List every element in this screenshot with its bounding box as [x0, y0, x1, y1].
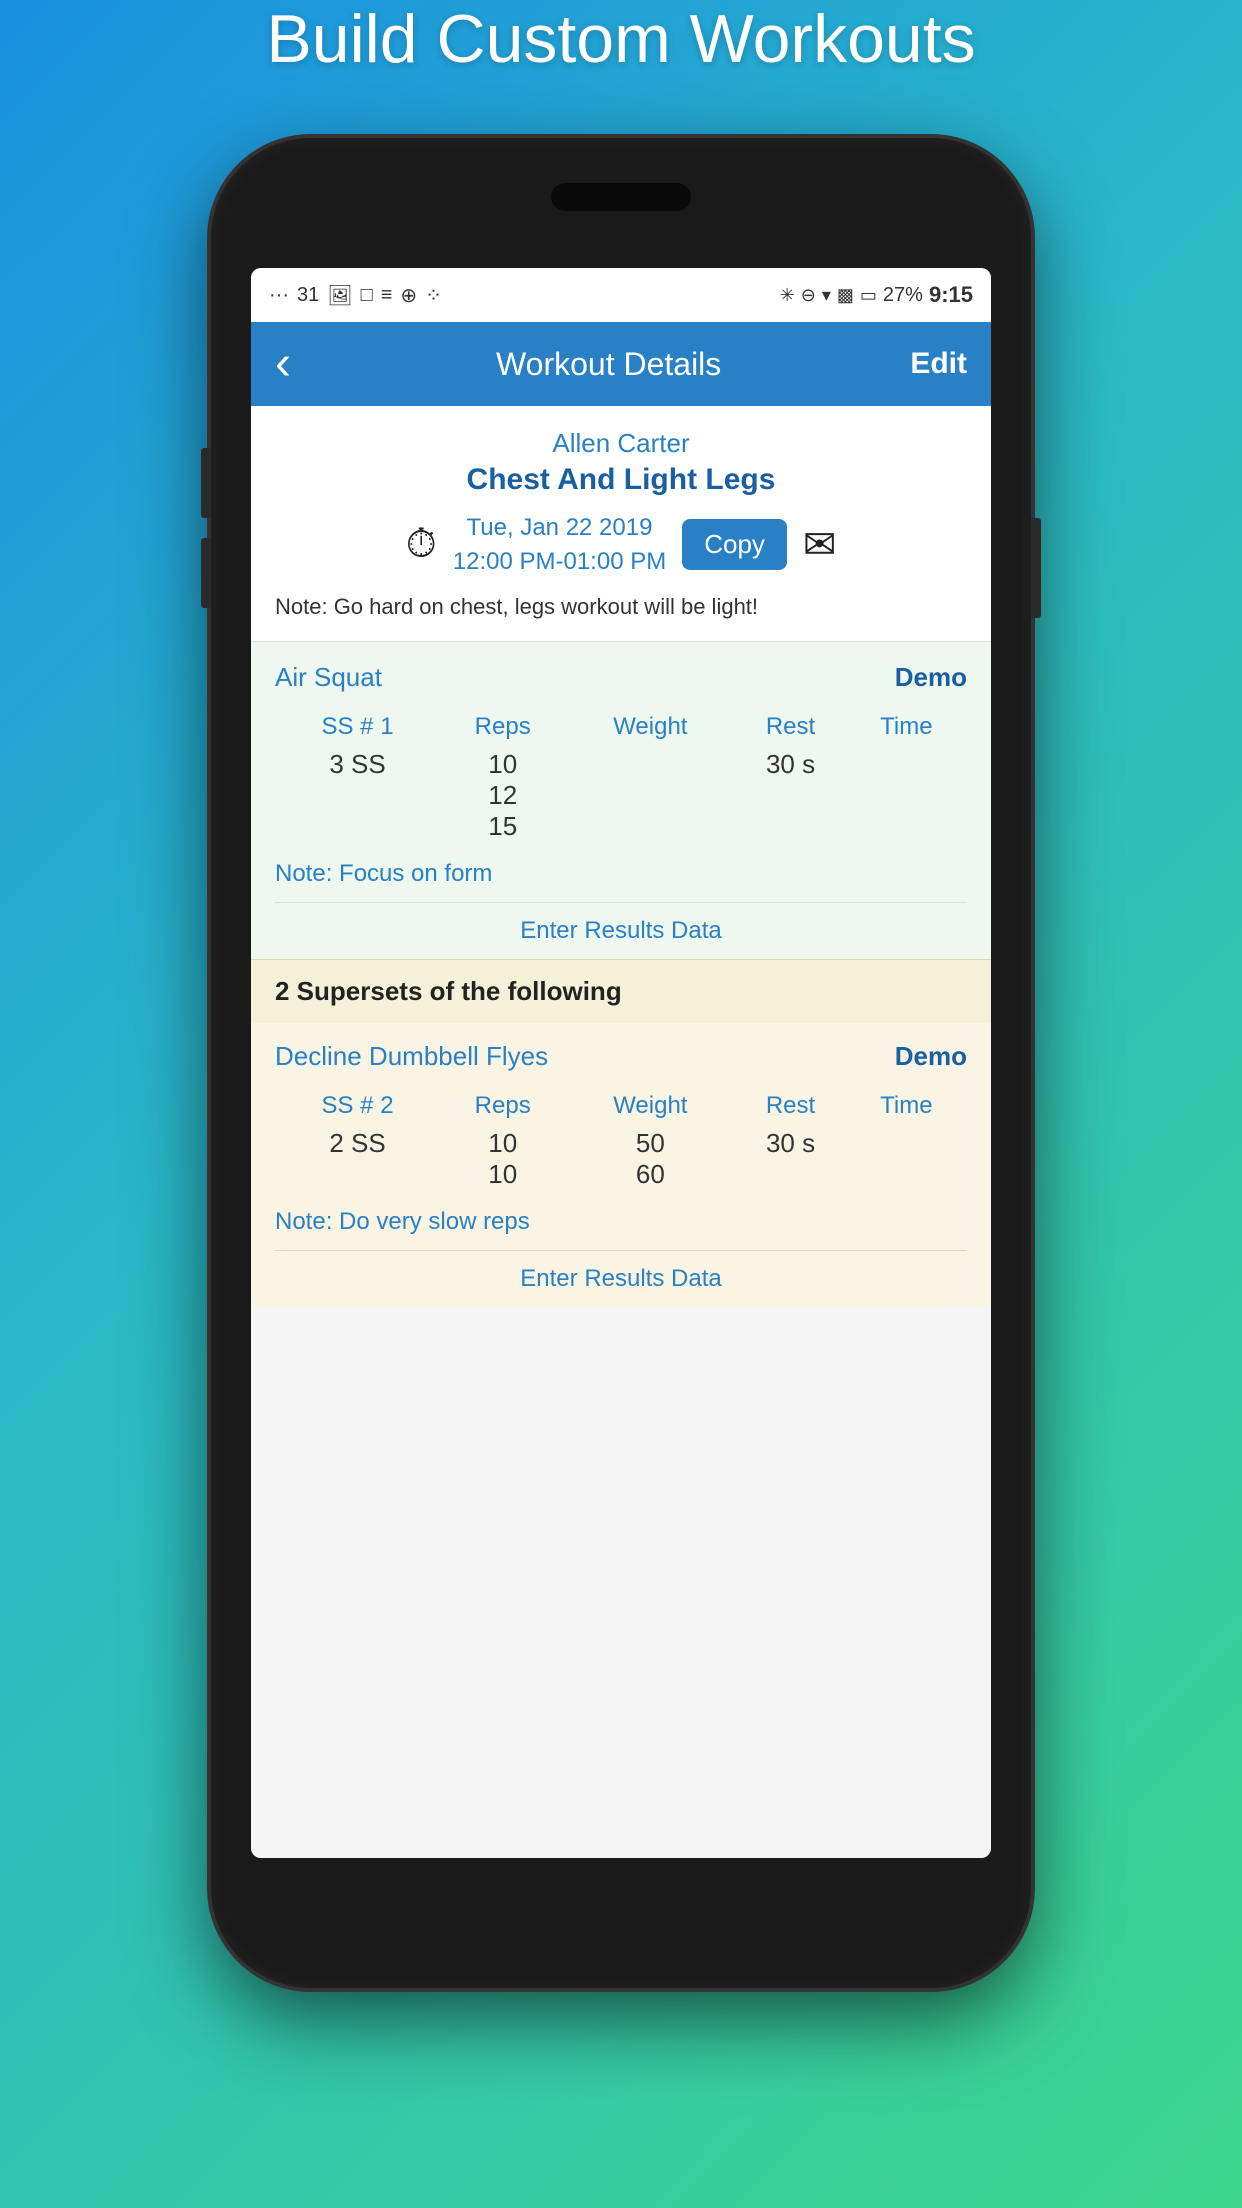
- exercise-note-2: Note: Do very slow reps: [275, 1208, 967, 1236]
- col-header-ss: SS # 1: [277, 709, 438, 745]
- globe-icon: ⊕: [400, 283, 417, 308]
- demo-button-2[interactable]: Demo: [895, 1041, 967, 1072]
- col-header-weight-2: Weight: [567, 1088, 733, 1124]
- power-button[interactable]: [1031, 518, 1041, 618]
- workout-meta: ⏱ Tue, Jan 22 2019 12:00 PM-01:00 PM Cop…: [275, 511, 967, 578]
- col-header-reps-2: Reps: [440, 1088, 565, 1124]
- dots-icon: ⁘: [425, 283, 442, 308]
- battery-icon: ▭: [860, 285, 877, 306]
- rest-1: 30 s: [735, 747, 845, 844]
- file-icon: □: [361, 284, 373, 307]
- back-button[interactable]: ‹: [275, 340, 291, 388]
- exercise-name-2: Decline Dumbbell Flyes: [275, 1041, 548, 1072]
- minus-icon: ⊖: [801, 285, 816, 306]
- col-header-reps: Reps: [440, 709, 565, 745]
- demo-button-1[interactable]: Demo: [895, 662, 967, 693]
- col-header-rest: Rest: [735, 709, 845, 745]
- page-title-banner: Build Custom Workouts: [0, 0, 1242, 78]
- workout-name: Chest And Light Legs: [275, 463, 967, 497]
- superset-banner: 2 Supersets of the following: [251, 959, 991, 1023]
- weight-1: [567, 747, 733, 844]
- time-1: [848, 747, 965, 844]
- mail-icon[interactable]: ✉: [803, 522, 837, 568]
- workout-info-card: Allen Carter Chest And Light Legs ⏱ Tue,…: [251, 406, 991, 642]
- enter-results-1[interactable]: Enter Results Data: [275, 902, 967, 959]
- exercise-header-2: Decline Dumbbell Flyes Demo: [275, 1041, 967, 1072]
- phone-wrapper: ··· 31 🖼 □ ≡ ⊕ ⁘ ✳ ⊖ ▾ ▩ ▭ 27% 9:15 ‹ Wo…: [211, 138, 1031, 1988]
- exercise-table-2: SS # 2 Reps Weight Rest Time 2 SS 1010: [275, 1086, 967, 1194]
- col-header-rest-2: Rest: [735, 1088, 845, 1124]
- exercise-section-2: Decline Dumbbell Flyes Demo SS # 2 Reps …: [251, 1023, 991, 1307]
- weight-2: 5060: [567, 1126, 733, 1192]
- notification-dots-icon: ···: [269, 284, 289, 307]
- exercise-section-1: Air Squat Demo SS # 1 Reps Weight Rest T…: [251, 644, 991, 959]
- timer-icon: ⏱: [406, 522, 437, 567]
- app-header: ‹ Workout Details Edit: [251, 322, 991, 406]
- reps-2: 1010: [440, 1126, 565, 1192]
- status-left: ··· 31 🖼 □ ≡ ⊕ ⁘: [269, 283, 442, 308]
- workout-note: Note: Go hard on chest, legs workout wil…: [275, 592, 967, 623]
- bluetooth-icon: ✳: [780, 285, 795, 306]
- exercise-header-1: Air Squat Demo: [275, 662, 967, 693]
- table-row: 2 SS 1010 5060 30 s: [277, 1126, 965, 1192]
- page-title: Build Custom Workouts: [266, 1, 975, 77]
- calendar-icon: 31: [297, 284, 319, 307]
- exercise-table-1: SS # 1 Reps Weight Rest Time 3 SS 101215: [275, 707, 967, 846]
- ss-count-2: 2 SS: [277, 1126, 438, 1192]
- copy-button[interactable]: Copy: [682, 519, 787, 570]
- notes-icon: ≡: [381, 284, 393, 307]
- col-header-weight: Weight: [567, 709, 733, 745]
- status-bar: ··· 31 🖼 □ ≡ ⊕ ⁘ ✳ ⊖ ▾ ▩ ▭ 27% 9:15: [251, 268, 991, 322]
- volume-down-button[interactable]: [201, 538, 211, 608]
- col-header-time: Time: [848, 709, 965, 745]
- exercise-name-1: Air Squat: [275, 662, 382, 693]
- signal-icon: ▩: [837, 285, 854, 306]
- table-row: 3 SS 101215 30 s: [277, 747, 965, 844]
- wifi-icon: ▾: [822, 285, 831, 306]
- clock-time: 9:15: [929, 282, 973, 308]
- time-2: [848, 1126, 965, 1192]
- enter-results-2[interactable]: Enter Results Data: [275, 1250, 967, 1307]
- rest-2: 30 s: [735, 1126, 845, 1192]
- phone-screen: ··· 31 🖼 □ ≡ ⊕ ⁘ ✳ ⊖ ▾ ▩ ▭ 27% 9:15 ‹ Wo…: [251, 268, 991, 1858]
- header-title: Workout Details: [307, 346, 910, 383]
- ss-count-1: 3 SS: [277, 747, 438, 844]
- phone-speaker: [551, 183, 691, 211]
- battery-percent: 27%: [883, 284, 923, 307]
- status-right: ✳ ⊖ ▾ ▩ ▭ 27% 9:15: [780, 282, 973, 308]
- content-area: Allen Carter Chest And Light Legs ⏱ Tue,…: [251, 406, 991, 1858]
- workout-client: Allen Carter: [275, 428, 967, 459]
- gallery-icon: 🖼: [327, 283, 352, 308]
- reps-1: 101215: [440, 747, 565, 844]
- col-header-ss-2: SS # 2: [277, 1088, 438, 1124]
- workout-datetime: Tue, Jan 22 2019 12:00 PM-01:00 PM: [453, 511, 666, 578]
- col-header-time-2: Time: [848, 1088, 965, 1124]
- volume-up-button[interactable]: [201, 448, 211, 518]
- exercise-note-1: Note: Focus on form: [275, 860, 967, 888]
- edit-button[interactable]: Edit: [910, 347, 967, 381]
